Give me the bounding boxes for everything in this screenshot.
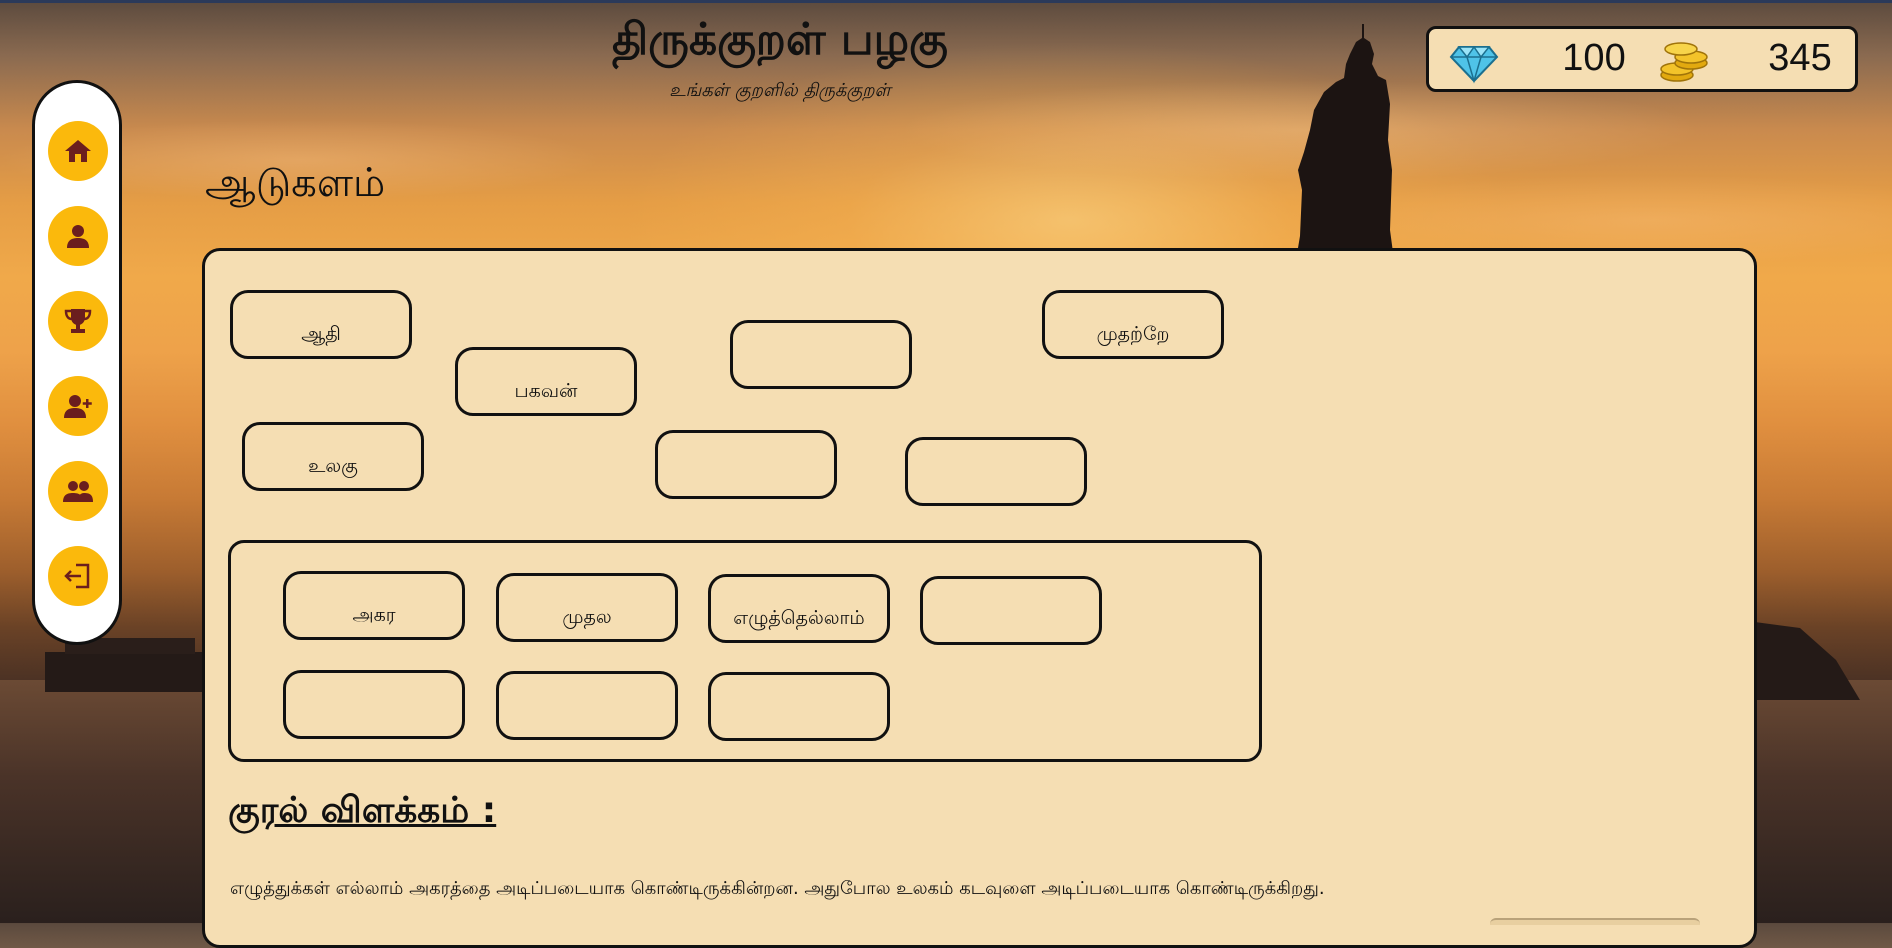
answer-slot[interactable]: [496, 671, 678, 740]
user-icon: [67, 225, 89, 248]
answer-slot[interactable]: முதல: [496, 573, 678, 642]
sidebar-item-home[interactable]: [48, 121, 108, 181]
bottom-button-edge[interactable]: [1490, 918, 1700, 925]
answer-slot[interactable]: எழுத்தெல்லாம்: [708, 574, 890, 643]
app-title: திருக்குறள் பழகு: [612, 14, 948, 65]
user-plus-icon: [64, 395, 92, 418]
word-tile[interactable]: முதற்றே: [1042, 290, 1224, 359]
diamond-icon: [1449, 45, 1499, 84]
word-tile[interactable]: [905, 437, 1087, 506]
logout-icon: [64, 563, 90, 589]
coins-icon: [1660, 42, 1708, 82]
answer-slot[interactable]: [708, 672, 890, 741]
sidebar-item-logout[interactable]: [48, 546, 108, 606]
background-rock-right: [1740, 620, 1860, 700]
section-title: ஆடுகளம்: [205, 160, 386, 206]
sidebar-item-friends[interactable]: [48, 461, 108, 521]
background-rock-left: [45, 638, 205, 692]
answer-slot[interactable]: அகர: [283, 571, 465, 640]
top-border: [0, 0, 1892, 3]
users-icon: [63, 481, 93, 502]
answer-slot[interactable]: [920, 576, 1102, 645]
gem-count: 100: [1562, 37, 1626, 79]
sidebar-item-leaderboard[interactable]: [48, 291, 108, 351]
meaning-text: எழுத்துக்கள் எல்லாம் அகரத்தை அடிப்படையாக…: [230, 878, 1325, 899]
coin-count: 345: [1768, 37, 1832, 79]
word-tile[interactable]: [655, 430, 837, 499]
word-tile[interactable]: ஆதி: [230, 290, 412, 359]
answer-slot[interactable]: [283, 670, 465, 739]
sidebar-item-profile[interactable]: [48, 206, 108, 266]
sidebar-nav: [32, 80, 122, 645]
sidebar-item-add-friend[interactable]: [48, 376, 108, 436]
home-icon: [65, 140, 91, 162]
currency-panel: 100 345: [1426, 26, 1858, 92]
statue-silhouette: [1296, 24, 1394, 260]
word-tile[interactable]: உலகு: [242, 422, 424, 491]
word-tile[interactable]: பகவன்: [455, 347, 637, 416]
word-tile[interactable]: [730, 320, 912, 389]
meaning-title: குரல் விளக்கம் :: [228, 790, 497, 831]
trophy-icon: [64, 309, 92, 333]
app-subtitle: உங்கள் குறளில் திருக்குறள்: [669, 80, 891, 101]
